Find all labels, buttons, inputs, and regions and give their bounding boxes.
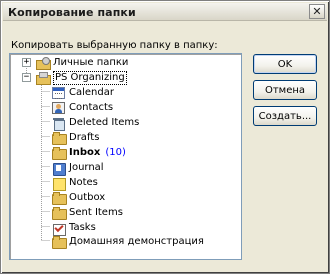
tree-item-label: Contacts [69, 102, 114, 113]
tree-item-label: Drafts [69, 132, 100, 143]
tree-item-inbox[interactable]: Inbox (10) [52, 145, 126, 160]
tree-item-personal-folders[interactable]: Личные папки [36, 55, 128, 70]
folder-icon [52, 191, 67, 205]
mailbox-icon [36, 71, 51, 85]
expand-personal-folders-toggle[interactable]: + [22, 58, 31, 67]
tree-item-label: Домашняя демонстрация [69, 236, 204, 247]
dialog-title: Копирование папки [8, 6, 136, 19]
title-bar[interactable]: Копирование папки ✕ [3, 3, 327, 21]
tree-item-label: Notes [69, 177, 98, 188]
notes-icon [52, 177, 66, 191]
tasks-icon [52, 222, 66, 236]
tree-item-contacts[interactable]: Contacts [52, 100, 113, 115]
folder-icon [52, 206, 67, 220]
tree-item-label: Outbox [69, 192, 106, 203]
contacts-icon [52, 101, 65, 114]
unread-count: (10) [105, 147, 126, 158]
folder-icon [52, 235, 67, 249]
close-icon: ✕ [312, 5, 322, 18]
deleted-items-icon [52, 117, 65, 131]
tree-item-label: Личные папки [53, 57, 129, 68]
create-folder-button[interactable]: Создать... [253, 106, 317, 126]
tree-item-drafts[interactable]: Drafts [52, 130, 99, 145]
copy-folder-dialog: Копирование папки ✕ Копировать выбранную… [0, 0, 330, 274]
cancel-button[interactable]: Отмена [253, 80, 317, 100]
tree-item-journal[interactable]: Journal [52, 160, 104, 176]
tree-item-label: Tasks [69, 222, 96, 233]
tree-item-deleted-items[interactable]: Deleted Items [52, 115, 140, 131]
journal-icon [52, 162, 66, 176]
tree-item-outbox[interactable]: Outbox [52, 190, 105, 205]
collapse-ps-organizing-toggle[interactable]: − [22, 73, 31, 82]
tree-item-notes[interactable]: Notes [52, 175, 98, 191]
close-button[interactable]: ✕ [309, 4, 325, 19]
tree-item-label: Deleted Items [69, 117, 140, 128]
tree-item-tasks[interactable]: Tasks [52, 220, 96, 236]
folder-icon [52, 131, 67, 145]
tree-item-label: Sent Items [69, 207, 123, 218]
tree-item-calendar[interactable]: Calendar [52, 85, 114, 100]
tree-item-label: Calendar [69, 87, 114, 98]
ok-button[interactable]: OK [253, 54, 317, 74]
personal-folders-icon [36, 56, 51, 70]
tree-item-label: PS Organizing [53, 70, 127, 85]
folder-tree[interactable]: + Личные папки − PS Organizing Calendar … [9, 53, 242, 260]
folder-icon [52, 146, 67, 160]
copy-prompt-label: Копировать выбранную папку в папку: [11, 40, 218, 51]
calendar-icon [52, 86, 65, 99]
tree-item-label: Journal [69, 162, 104, 173]
tree-item-label: Inbox [69, 147, 101, 158]
tree-item-ps-organizing[interactable]: PS Organizing [36, 70, 127, 85]
tree-item-sent-items[interactable]: Sent Items [52, 205, 123, 220]
tree-item-home-demo[interactable]: Домашняя демонстрация [52, 234, 204, 249]
